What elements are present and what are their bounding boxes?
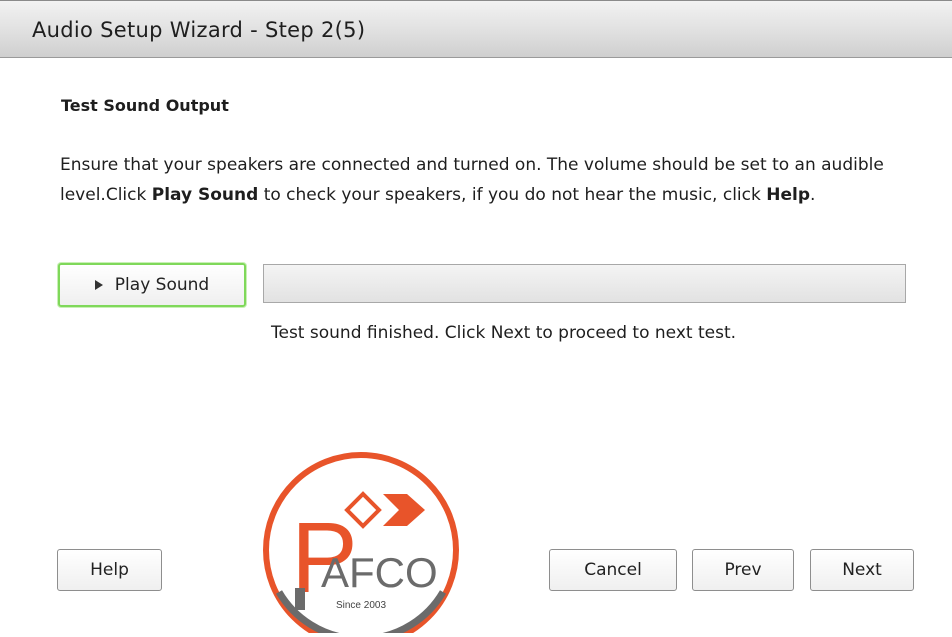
instructions-play-sound-emphasis: Play Sound xyxy=(151,185,259,205)
play-triangle-icon xyxy=(94,280,103,290)
status-message: Test sound finished. Click Next to proce… xyxy=(271,323,737,343)
logo-wordmark: AFCO xyxy=(321,549,438,596)
company-logo-graphic: P AFCO Since 2003 xyxy=(263,452,459,637)
audio-setup-wizard-window: Audio Setup Wizard - Step 2(5) Test Soun… xyxy=(0,0,952,637)
prev-button[interactable]: Prev xyxy=(692,549,794,591)
title-bar[interactable]: Audio Setup Wizard - Step 2(5) xyxy=(0,0,952,58)
window-title: Audio Setup Wizard - Step 2(5) xyxy=(32,18,366,42)
next-button[interactable]: Next xyxy=(810,549,914,591)
sound-progress-bar xyxy=(263,264,906,303)
instructions-text: Ensure that your speakers are connected … xyxy=(60,150,920,210)
next-button-label: Next xyxy=(842,560,882,580)
play-sound-button[interactable]: Play Sound xyxy=(58,263,246,307)
cancel-button-label: Cancel xyxy=(584,560,642,580)
help-button-label: Help xyxy=(90,560,129,580)
play-sound-label: Play Sound xyxy=(114,275,210,295)
company-logo: P AFCO Since 2003 xyxy=(261,452,461,637)
help-button[interactable]: Help xyxy=(57,549,162,591)
cancel-button[interactable]: Cancel xyxy=(549,549,677,591)
logo-tagline: Since 2003 xyxy=(336,600,386,611)
section-title: Test Sound Output xyxy=(61,96,229,115)
instructions-help-emphasis: Help xyxy=(766,185,811,205)
prev-button-label: Prev xyxy=(724,560,762,580)
instructions-part-3: . xyxy=(810,185,816,205)
instructions-part-2: to check your speakers, if you do not he… xyxy=(258,185,767,205)
